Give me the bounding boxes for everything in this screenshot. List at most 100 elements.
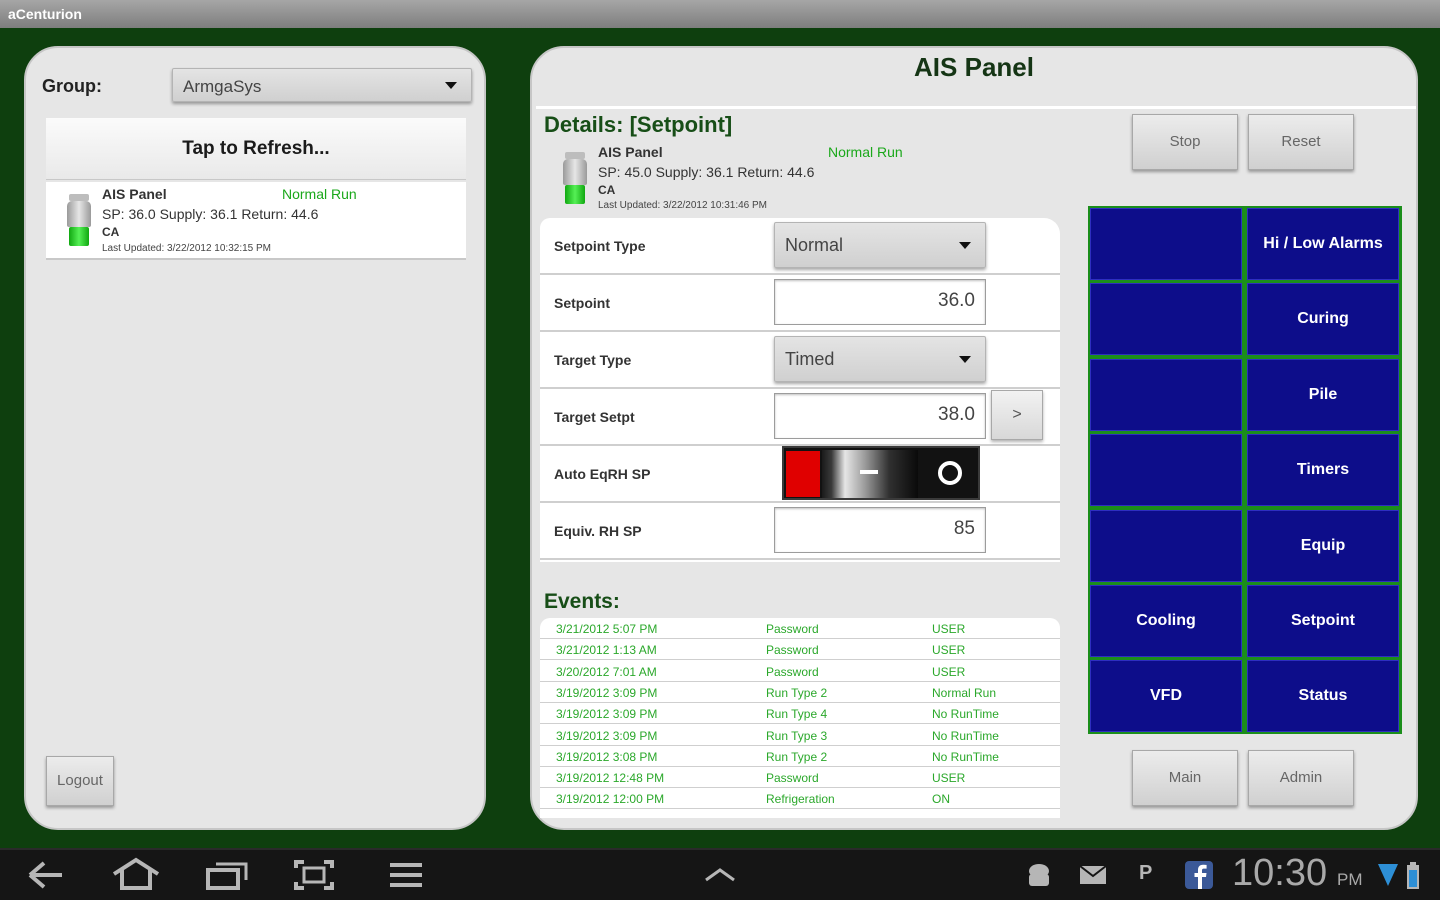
toggle-indicator — [786, 451, 820, 497]
event-type: Password — [766, 622, 819, 636]
setpoint-type-label: Setpoint Type — [554, 238, 646, 254]
event-type: Run Type 4 — [766, 707, 828, 722]
nav-tile-blank[interactable] — [1090, 434, 1242, 507]
device-name: AIS Panel — [598, 144, 663, 160]
device-location: CA — [102, 225, 120, 239]
event-type: Refrigeration — [766, 792, 835, 807]
event-type: Run Type 3 — [766, 728, 828, 743]
event-date: 3/19/2012 3:08 PM — [556, 749, 658, 764]
event-row: 3/21/2012 5:07 PM Password USER — [540, 618, 1060, 639]
target-type-value: Timed — [785, 349, 835, 369]
event-type: Run Type 2 — [766, 685, 828, 700]
auto-eqrh-toggle[interactable] — [782, 446, 980, 500]
title-divider — [536, 106, 1416, 109]
device-readings: SP: 36.0 Supply: 36.1 Return: 44.6 — [102, 206, 319, 222]
form-row-setpoint-type: Setpoint Type Normal — [540, 218, 1060, 275]
event-date: 3/21/2012 1:13 AM — [556, 643, 657, 658]
event-value: USER — [932, 771, 966, 786]
device-list-item[interactable]: AIS Panel Normal Run SP: 36.0 Supply: 36… — [46, 182, 466, 260]
event-row: 3/21/2012 1:13 AM Password USER — [540, 639, 1060, 661]
battery-icon — [1407, 862, 1419, 889]
device-list-panel: Group: ArmgaSys Tap to Refresh... AIS Pa… — [24, 46, 486, 830]
setpoint-type-value: Normal — [785, 235, 844, 255]
target-setpt-next-button[interactable]: > — [991, 390, 1043, 440]
event-row: 3/19/2012 3:09 PM Run Type 4 No RunTime — [540, 703, 1060, 725]
refresh-button[interactable]: Tap to Refresh... — [46, 118, 466, 180]
equiv-rh-label: Equiv. RH SP — [554, 523, 642, 539]
event-row: 3/19/2012 3:09 PM Run Type 3 No RunTime — [540, 725, 1060, 746]
event-date: 3/19/2012 12:48 PM — [556, 771, 665, 786]
stop-button[interactable]: Stop — [1132, 114, 1238, 170]
nav-tile-setpoint[interactable]: Setpoint — [1247, 585, 1399, 657]
events-list[interactable]: 3/21/2012 5:07 PM Password USER 3/21/2012 1… — [540, 618, 1060, 818]
setpoint-type-dropdown[interactable]: Normal — [774, 222, 986, 268]
event-value: No RunTime — [932, 707, 999, 722]
nav-tile-blank[interactable] — [1090, 208, 1242, 280]
nav-tile-curing[interactable]: Curing — [1247, 283, 1399, 356]
event-row: 3/19/2012 3:09 PM Run Type 2 Normal Run — [540, 682, 1060, 703]
nav-tile-blank[interactable] — [1090, 358, 1242, 431]
group-label: Group: — [42, 76, 102, 96]
event-row: 3/19/2012 3:08 PM Run Type 2 No RunTime — [540, 746, 1060, 767]
target-setpt-label: Target Setpt — [554, 409, 635, 425]
android-icon — [1029, 864, 1049, 886]
event-date: 3/19/2012 3:09 PM — [556, 728, 658, 743]
navigation-grid: Hi / Low Alarms Curing Pile Timers Equip Cool… — [1088, 206, 1402, 734]
event-value: No RunTime — [932, 749, 999, 764]
equiv-rh-field[interactable]: 85 — [774, 507, 986, 553]
off-marker-icon — [938, 461, 962, 485]
chevron-down-icon — [959, 356, 971, 363]
target-type-label: Target Type — [554, 352, 632, 368]
event-date: 3/19/2012 12:00 PM — [556, 792, 665, 807]
reset-button[interactable]: Reset — [1248, 114, 1354, 170]
back-icon[interactable] — [26, 858, 66, 892]
logout-button[interactable]: Logout — [46, 756, 114, 806]
recent-apps-icon[interactable] — [204, 860, 250, 890]
group-dropdown[interactable]: ArmgaSys — [172, 68, 472, 102]
nav-tile-cooling[interactable]: Cooling — [1090, 585, 1242, 657]
clock-time: 10:30 — [1232, 852, 1328, 894]
auto-eqrh-label: Auto EqRH SP — [554, 466, 651, 482]
form-row-setpoint: Setpoint 36.0 — [540, 275, 1060, 332]
screenshot-icon[interactable] — [292, 858, 336, 892]
event-value: Normal Run — [932, 685, 997, 700]
device-location: CA — [598, 183, 616, 197]
nav-tile-timers[interactable]: Timers — [1247, 434, 1399, 507]
chevron-down-icon — [959, 242, 971, 249]
device-status: Normal Run — [828, 144, 903, 160]
setpoint-form: Setpoint Type Normal Setpoint 36.0 Targe… — [540, 218, 1060, 562]
menu-icon[interactable] — [386, 860, 426, 890]
device-readings: SP: 45.0 Supply: 36.1 Return: 44.6 — [598, 164, 815, 180]
device-name: AIS Panel — [102, 186, 167, 202]
nav-tile-hi-low-alarms[interactable]: Hi / Low Alarms — [1247, 208, 1399, 280]
nav-tile-blank[interactable] — [1090, 283, 1242, 356]
wifi-icon — [1378, 864, 1398, 886]
setpoint-label: Setpoint — [554, 295, 610, 311]
chevron-down-icon — [445, 82, 457, 89]
admin-button[interactable]: Admin — [1248, 750, 1354, 806]
event-row: 3/19/2012 12:00 PM Refrigeration ON — [540, 788, 1060, 810]
device-updated: Last Updated: 3/22/2012 10:32:15 PM — [102, 243, 272, 254]
on-marker-icon — [860, 470, 878, 474]
event-type: Password — [766, 643, 819, 658]
target-type-dropdown[interactable]: Timed — [774, 336, 986, 382]
form-row-auto-eqrh: Auto EqRH SP — [540, 446, 1060, 503]
nav-tile-status[interactable]: Status — [1247, 660, 1399, 733]
system-bar: P — [0, 848, 1440, 900]
mail-icon — [1079, 865, 1107, 884]
setpoint-field[interactable]: 36.0 — [774, 279, 986, 325]
target-setpt-field[interactable]: 38.0 — [774, 393, 986, 439]
event-value: No RunTime — [932, 728, 999, 743]
event-type: Password — [766, 664, 819, 679]
nav-tile-vfd[interactable]: VFD — [1090, 660, 1242, 733]
page-title: AIS Panel — [914, 52, 1034, 82]
nav-tile-equip[interactable]: Equip — [1247, 509, 1399, 582]
event-date: 3/19/2012 3:09 PM — [556, 685, 658, 700]
event-value: USER — [932, 643, 966, 658]
chevron-up-icon[interactable] — [702, 866, 738, 884]
nav-tile-pile[interactable]: Pile — [1247, 358, 1399, 431]
home-icon[interactable] — [110, 856, 162, 892]
form-row-equiv-rh: Equiv. RH SP 85 — [540, 503, 1060, 560]
nav-tile-blank[interactable] — [1090, 509, 1242, 582]
main-button[interactable]: Main — [1132, 750, 1238, 806]
